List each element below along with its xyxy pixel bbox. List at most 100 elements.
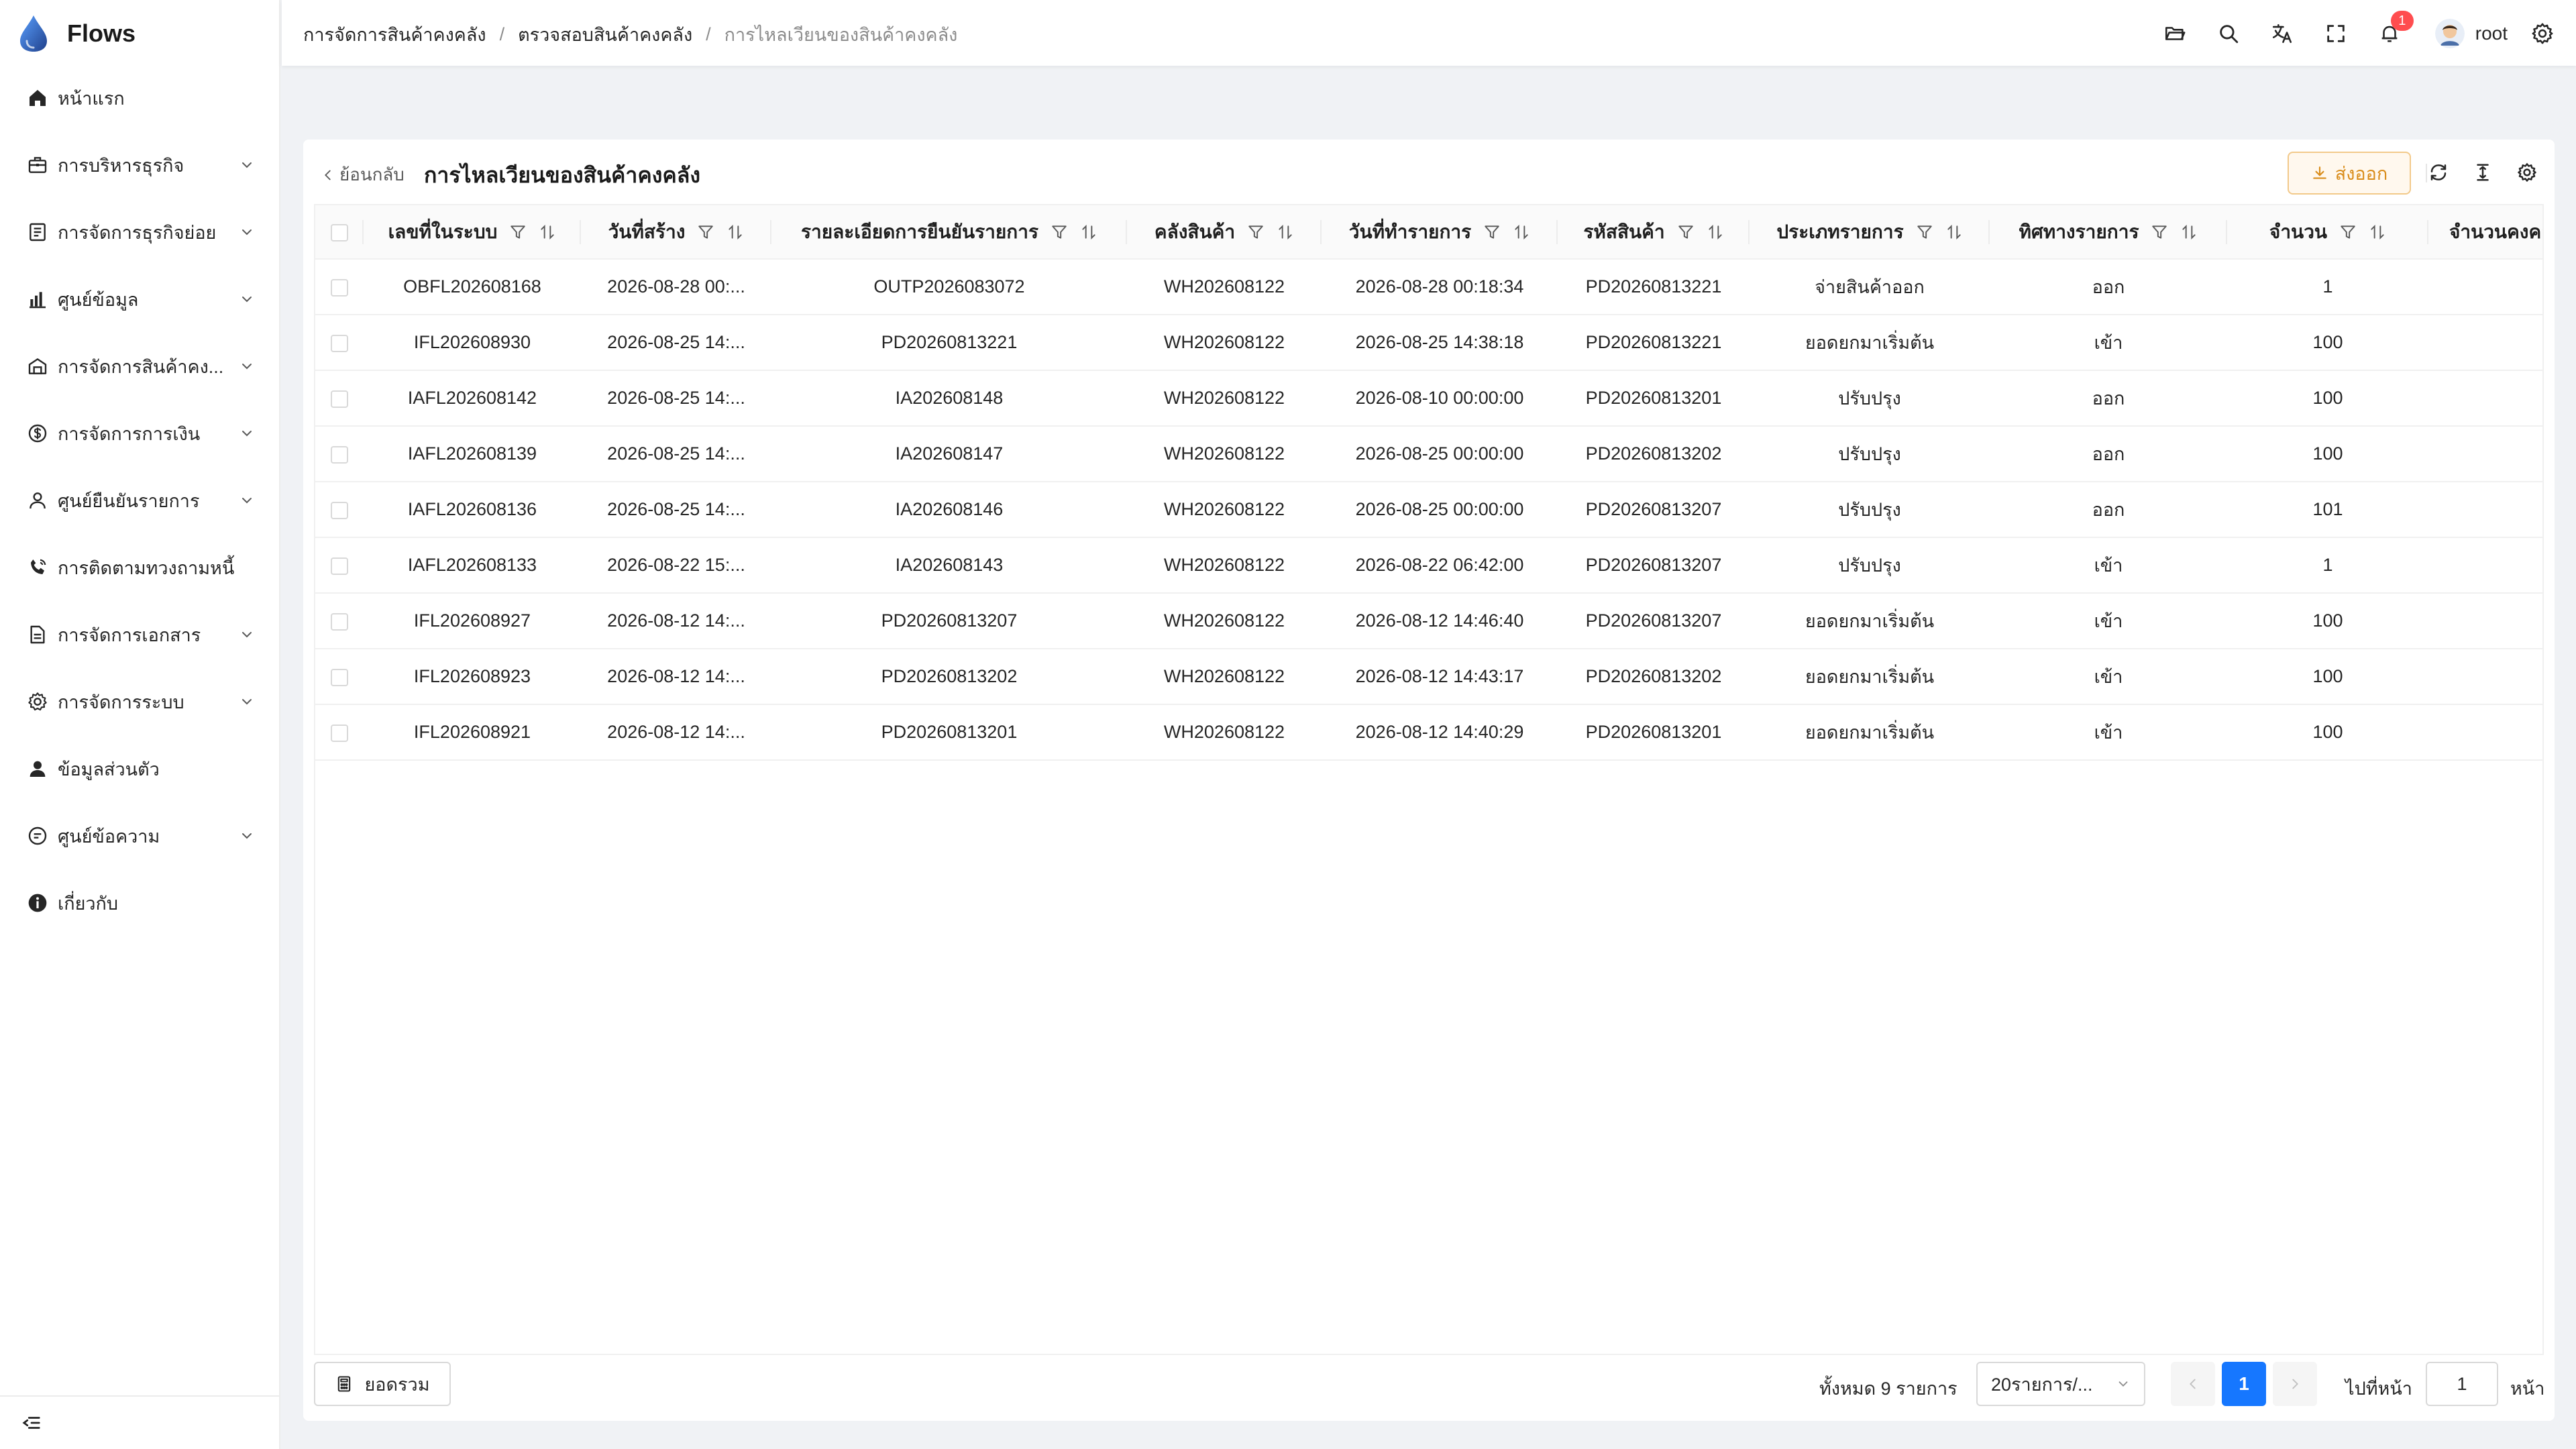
language-button[interactable] — [2263, 15, 2301, 52]
back-button[interactable]: ย้อนกลับ — [321, 161, 405, 189]
table-row[interactable]: IFL202608927 2026-08-12 14:... PD202608132… — [315, 593, 2542, 649]
sidebar-item-7[interactable]: การติดตามทวงถามหนี้ — [0, 534, 280, 601]
sort-icon[interactable] — [2369, 223, 2386, 241]
table-row[interactable]: IFL202608923 2026-08-12 14:... PD202608132… — [315, 649, 2542, 705]
column-header[interactable]: วันที่สร้าง — [581, 205, 771, 260]
table-row[interactable]: IAFL202608133 2026-08-22 15:... IA20260814… — [315, 537, 2542, 594]
select-all-checkbox[interactable] — [331, 224, 348, 242]
column-header[interactable]: วันที่ทำรายการ — [1322, 205, 1558, 260]
filter-icon[interactable] — [1051, 223, 1068, 241]
column-header[interactable]: คลังสินค้า — [1127, 205, 1322, 260]
row-checkbox[interactable] — [331, 612, 348, 631]
table-row[interactable]: IAFL202608142 2026-08-25 14:... IA20260814… — [315, 370, 2542, 427]
fullscreen-button[interactable] — [2317, 15, 2355, 52]
previous-page-button[interactable] — [2171, 1362, 2215, 1406]
sidebar-item-5[interactable]: การจัดการการเงิน — [0, 400, 280, 467]
table-cell: ออก — [1990, 259, 2227, 315]
sort-icon[interactable] — [1277, 223, 1294, 241]
sidebar-item-2[interactable]: การจัดการธุรกิจย่อย — [0, 199, 280, 266]
row-checkbox[interactable] — [331, 278, 348, 297]
table-cell: WH202608122 — [1127, 593, 1322, 649]
filter-icon[interactable] — [697, 223, 714, 241]
card-header: ย้อนกลับ การไหลเวียนของสินค้าคงคลัง ส่งอ… — [303, 140, 2555, 204]
table-row[interactable]: IAFL202608136 2026-08-25 14:... IA20260814… — [315, 482, 2542, 538]
user-menu[interactable]: root — [2434, 19, 2508, 48]
column-header[interactable]: ทิศทางรายการ — [1990, 205, 2227, 260]
table-cell: 2026-08-25 14:38:18 — [1322, 315, 1558, 371]
summary-button[interactable]: ยอดรวม — [314, 1362, 451, 1406]
sidebar-item-6[interactable]: ศูนย์ยืนยันรายการ — [0, 467, 280, 534]
next-page-button[interactable] — [2273, 1362, 2317, 1406]
export-button[interactable]: ส่งออก — [2288, 152, 2411, 195]
filter-icon[interactable] — [1677, 223, 1695, 241]
filter-icon[interactable] — [1247, 223, 1265, 241]
table-cell: ปรับปรุง — [1750, 370, 1990, 427]
page-number-button[interactable]: 1 — [2222, 1362, 2266, 1406]
notifications-button[interactable]: 1 — [2371, 11, 2414, 52]
refresh-button[interactable] — [2423, 157, 2454, 188]
row-checkbox[interactable] — [331, 724, 348, 742]
sidebar-item-10[interactable]: ข้อมูลส่วนตัว — [0, 735, 280, 802]
sort-icon[interactable] — [2180, 223, 2198, 241]
row-checkbox[interactable] — [331, 501, 348, 519]
sort-icon[interactable] — [1945, 223, 1963, 241]
table-row[interactable]: IFL202608921 2026-08-12 14:... PD202608132… — [315, 704, 2542, 761]
filter-icon[interactable] — [1483, 223, 1501, 241]
table-row[interactable]: IFL202608930 2026-08-25 14:... PD202608132… — [315, 315, 2542, 371]
sort-icon[interactable] — [727, 223, 744, 241]
chevron-left-icon — [2190, 1379, 2196, 1389]
column-header[interactable]: จำนวนคงคลัง — [2428, 205, 2542, 260]
chevron-down-icon — [242, 229, 252, 235]
table-row[interactable]: IAFL202608139 2026-08-25 14:... IA20260814… — [315, 426, 2542, 482]
sidebar-item-11[interactable]: ศูนย์ข้อความ — [0, 802, 280, 869]
sidebar-menu: หน้าแรก การบริหารธุรกิจ การจัดการธุรกิจย่อ… — [0, 64, 280, 936]
column-header[interactable]: ประเภทรายการ — [1750, 205, 1990, 260]
sort-icon[interactable] — [1513, 223, 1530, 241]
filter-icon[interactable] — [1916, 223, 1933, 241]
sidebar-item-0[interactable]: หน้าแรก — [0, 64, 280, 131]
sidebar-item-8[interactable]: การจัดการเอกสาร — [0, 601, 280, 668]
column-header[interactable]: รหัสสินค้า — [1558, 205, 1750, 260]
sort-icon[interactable] — [1080, 223, 1097, 241]
folder-button[interactable] — [2156, 15, 2194, 52]
search-button[interactable] — [2210, 15, 2247, 52]
sidebar-item-3[interactable]: ศูนย์ข้อมูล — [0, 266, 280, 333]
sidebar-item-1[interactable]: การบริหารธุรกิจ — [0, 131, 280, 199]
sidebar-item-9[interactable]: การจัดการระบบ — [0, 668, 280, 735]
sort-icon[interactable] — [539, 223, 556, 241]
settings-button[interactable] — [2524, 15, 2561, 52]
row-checkbox[interactable] — [331, 390, 348, 408]
folder-open-icon — [2165, 27, 2186, 40]
sidebar-item-4[interactable]: การจัดการสินค้าคง... — [0, 333, 280, 400]
calculator-icon — [338, 1376, 351, 1392]
page-size-select[interactable]: 20รายการ/... — [1976, 1362, 2145, 1406]
column-header[interactable]: จำนวน — [2227, 205, 2428, 260]
phone-call-icon — [31, 559, 46, 574]
row-checkbox[interactable] — [331, 445, 348, 464]
collapse-sidebar-button[interactable] — [0, 1395, 280, 1449]
table-cell: จ่ายสินค้าออก — [1750, 259, 1990, 315]
column-header[interactable]: รายละเอียดการยืนยันรายการ — [771, 205, 1127, 260]
document-list-icon — [30, 223, 46, 241]
table-cell: 100 — [2227, 649, 2428, 705]
filter-icon[interactable] — [509, 223, 527, 241]
breadcrumb-item-inventory-management[interactable]: การจัดการสินค้าคงคลัง — [303, 20, 486, 49]
table-row[interactable]: OBFL202608168 2026-08-28 00:... OUTP202608… — [315, 259, 2542, 315]
table-cell: 1 — [2227, 259, 2428, 315]
sidebar-item-12[interactable]: เกี่ยวกับ — [0, 869, 280, 936]
filter-icon[interactable] — [2151, 223, 2168, 241]
column-settings-button[interactable] — [2512, 157, 2542, 188]
row-checkbox[interactable] — [331, 557, 348, 575]
column-header[interactable]: เลขที่ในระบบ — [364, 205, 581, 260]
sort-icon[interactable] — [1707, 223, 1724, 241]
app-logo[interactable]: Flows — [16, 15, 136, 52]
row-checkbox[interactable] — [331, 334, 348, 352]
briefcase-icon — [28, 157, 47, 173]
filter-icon[interactable] — [2339, 223, 2357, 241]
table-cell: WH202608122 — [1127, 649, 1322, 705]
goto-page-input[interactable]: 1 — [2426, 1362, 2498, 1406]
table-cell: 100 — [2227, 315, 2428, 371]
density-button[interactable] — [2467, 157, 2498, 188]
row-checkbox[interactable] — [331, 668, 348, 686]
breadcrumb-item-inventory-check[interactable]: ตรวจสอบสินค้าคงคลัง — [518, 20, 692, 49]
